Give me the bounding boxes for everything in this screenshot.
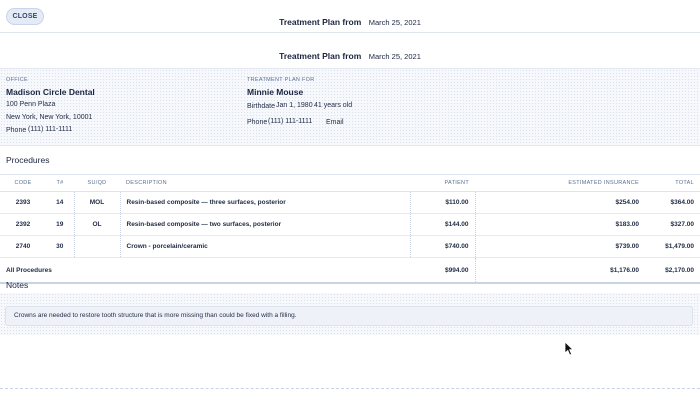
- row-patient: $740.00: [410, 235, 476, 258]
- col-surface: SU/QD: [74, 174, 120, 192]
- office-label: OFFICE: [6, 77, 28, 83]
- table-row[interactable]: 2393 14 MOL Resin-based composite — thre…: [0, 191, 700, 214]
- patient-phone: (111) 111-1111: [268, 118, 313, 125]
- table-header-row: CODE T# SU/QD DESCRIPTION PATIENT ESTIMA…: [0, 174, 700, 192]
- header-title-text: Treatment Plan from: [279, 17, 362, 27]
- col-insurance: ESTIMATED INSURANCE: [475, 174, 645, 192]
- col-patient: PATIENT: [410, 174, 475, 192]
- office-name: Madison Circle Dental: [6, 87, 95, 97]
- row-tooth: 14: [46, 191, 75, 214]
- row-surface: MOL: [74, 191, 121, 214]
- row-code: 2392: [0, 213, 46, 236]
- row-surface: [74, 235, 121, 258]
- patient-email-label: Email: [326, 119, 344, 126]
- row-description: Resin-based composite — two surfaces, po…: [120, 213, 411, 236]
- document-title-text: Treatment Plan from: [279, 51, 362, 61]
- row-total: $364.00: [645, 191, 700, 214]
- birthdate-label: Birthdate: [247, 103, 276, 110]
- note-text: Crowns are needed to restore tooth struc…: [5, 306, 693, 326]
- document-title: Treatment Plan from March 25, 2021: [0, 46, 700, 64]
- row-surface: OL: [74, 213, 121, 236]
- totals-total: $2,170.00: [645, 257, 700, 284]
- top-bar: CLOSE Treatment Plan from March 25, 2021: [0, 0, 700, 33]
- row-insurance: $254.00: [475, 191, 645, 214]
- col-code: CODE: [0, 174, 46, 192]
- table-row[interactable]: 2392 19 OL Resin-based composite — two s…: [0, 213, 700, 236]
- row-insurance: $739.00: [475, 235, 645, 258]
- totals-row: All Procedures $994.00 $1,176.00 $2,170.…: [0, 257, 700, 284]
- row-patient: $144.00: [410, 213, 476, 236]
- patient-name: Minnie Mouse: [247, 87, 304, 97]
- office-phone-label: Phone: [6, 127, 27, 134]
- info-panel: OFFICE Madison Circle Dental 100 Penn Pl…: [0, 68, 700, 146]
- procedures-heading: Procedures: [6, 155, 50, 165]
- col-description: DESCRIPTION: [120, 174, 410, 192]
- row-total: $1,479.00: [645, 235, 700, 258]
- row-tooth: 19: [46, 213, 75, 236]
- header-title: Treatment Plan from March 25, 2021: [0, 12, 700, 30]
- totals-insurance: $1,176.00: [475, 257, 645, 284]
- header-title-date: March 25, 2021: [368, 18, 421, 27]
- row-code: 2740: [0, 235, 46, 258]
- patient-label: TREATMENT PLAN FOR: [247, 77, 315, 83]
- procedures-table: CODE T# SU/QD DESCRIPTION PATIENT ESTIMA…: [0, 174, 700, 284]
- mouse-pointer-icon: [564, 341, 574, 356]
- totals-patient: $994.00: [410, 257, 476, 284]
- row-description: Resin-based composite — three surfaces, …: [120, 191, 411, 214]
- notes-heading: Notes: [6, 280, 29, 290]
- row-total: $327.00: [645, 213, 700, 236]
- col-total: TOTAL: [645, 174, 700, 192]
- document-title-date: March 25, 2021: [368, 52, 421, 61]
- footer-divider: [0, 388, 700, 389]
- office-phone: (111) 111-1111: [28, 126, 73, 133]
- row-insurance: $183.00: [475, 213, 645, 236]
- row-code: 2393: [0, 191, 46, 214]
- totals-label: All Procedures: [0, 257, 410, 284]
- row-patient: $110.00: [410, 191, 476, 214]
- patient-phone-label: Phone: [247, 119, 268, 126]
- office-address-line2: New York, New York, 10001: [6, 114, 93, 121]
- row-tooth: 30: [46, 235, 75, 258]
- patient-age: 41 years old: [314, 102, 353, 109]
- col-tooth: T#: [46, 174, 74, 192]
- office-address-line1: 100 Penn Plaza: [6, 101, 56, 108]
- birthdate-value: Jan 1, 1980: [276, 102, 313, 109]
- table-row[interactable]: 2740 30 Crown - porcelain/ceramic $740.0…: [0, 235, 700, 258]
- row-description: Crown - porcelain/ceramic: [120, 235, 411, 258]
